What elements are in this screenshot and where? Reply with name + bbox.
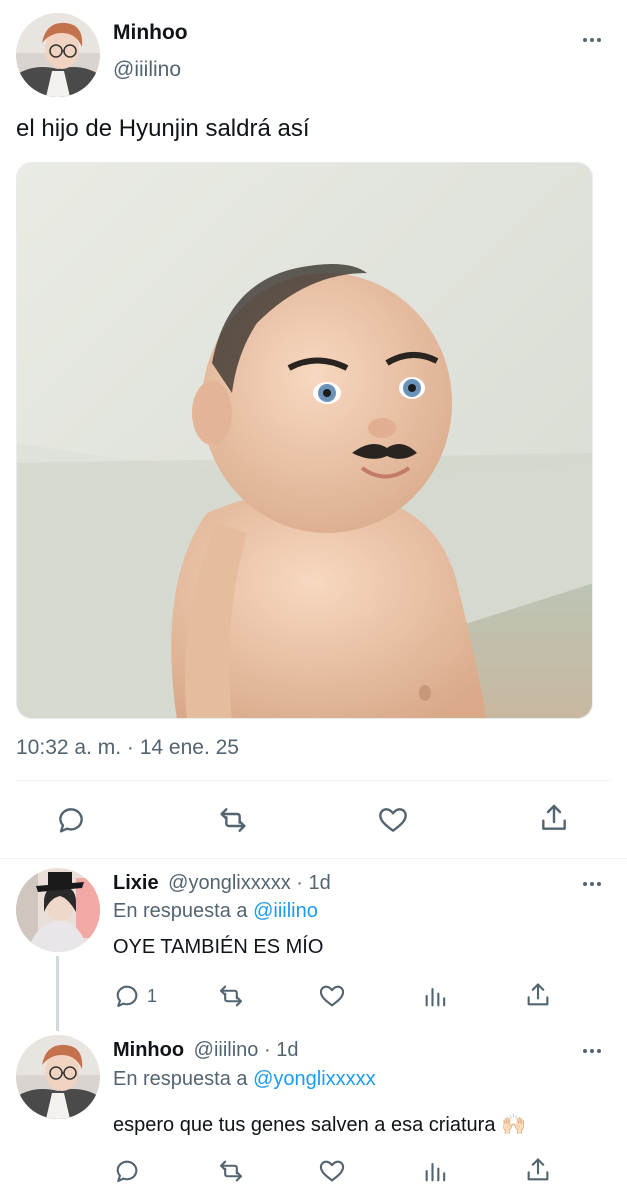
share-icon[interactable] — [524, 1156, 552, 1184]
like-icon[interactable] — [318, 982, 346, 1010]
thread-connector — [56, 956, 59, 1031]
replying-to-handle[interactable]: @yonglixxxxx — [253, 1068, 376, 1090]
reply-header: Lixie @yonglixxxxx · 1d — [113, 872, 331, 895]
reply-icon[interactable]: 1 — [113, 982, 157, 1010]
analytics-icon[interactable] — [422, 1157, 450, 1185]
author-handle[interactable]: @iiilino — [113, 58, 181, 82]
replying-to-handle[interactable]: @iiilino — [253, 900, 318, 922]
reply-avatar[interactable] — [16, 1035, 100, 1119]
reply-avatar[interactable] — [16, 868, 100, 952]
replying-to-prefix: En respuesta a — [113, 900, 248, 922]
replying-to-line: En respuesta a @yonglixxxxx — [113, 1068, 376, 1091]
reply-icon[interactable] — [113, 1157, 147, 1185]
reply-author-handle[interactable]: @iiilino — [194, 1039, 259, 1061]
more-options-icon[interactable] — [583, 38, 601, 42]
reply-icon[interactable] — [55, 804, 87, 836]
author-avatar[interactable] — [16, 13, 100, 97]
retweet-icon[interactable] — [216, 982, 246, 1010]
more-options-icon[interactable] — [583, 1049, 601, 1053]
tweet-text: el hijo de Hyunjin saldrá así — [16, 115, 310, 142]
analytics-icon[interactable] — [422, 982, 450, 1010]
more-options-icon[interactable] — [583, 882, 601, 886]
reply-author-name[interactable]: Minhoo — [113, 1039, 184, 1061]
reply-text: OYE TAMBIÉN ES MÍO — [113, 936, 324, 958]
tweet-media-image[interactable] — [16, 162, 593, 719]
share-icon[interactable] — [538, 802, 570, 834]
like-icon[interactable] — [318, 1157, 346, 1185]
reply-time[interactable]: · 1d — [264, 1039, 298, 1061]
reply-author-handle[interactable]: @yonglixxxxx — [168, 872, 291, 894]
reply-count: 1 — [147, 985, 158, 1006]
tweet-timestamp[interactable]: 10:32 a. m. · 14 ene. 25 — [16, 736, 239, 760]
tweet-divider — [0, 858, 627, 859]
timestamp-divider — [16, 780, 611, 781]
reply-author-name[interactable]: Lixie — [113, 872, 159, 894]
retweet-icon[interactable] — [216, 804, 250, 836]
reply-time[interactable]: · 1d — [296, 872, 330, 894]
replying-to-prefix: En respuesta a — [113, 1068, 248, 1090]
like-icon[interactable] — [377, 804, 409, 836]
author-name[interactable]: Minhoo — [113, 21, 188, 45]
replying-to-line: En respuesta a @iiilino — [113, 900, 318, 923]
share-icon[interactable] — [524, 981, 552, 1009]
retweet-icon[interactable] — [216, 1157, 246, 1185]
reply-text: espero que tus genes salven a esa criatu… — [113, 1114, 526, 1136]
reply-header: Minhoo @iiilino · 1d — [113, 1039, 298, 1062]
